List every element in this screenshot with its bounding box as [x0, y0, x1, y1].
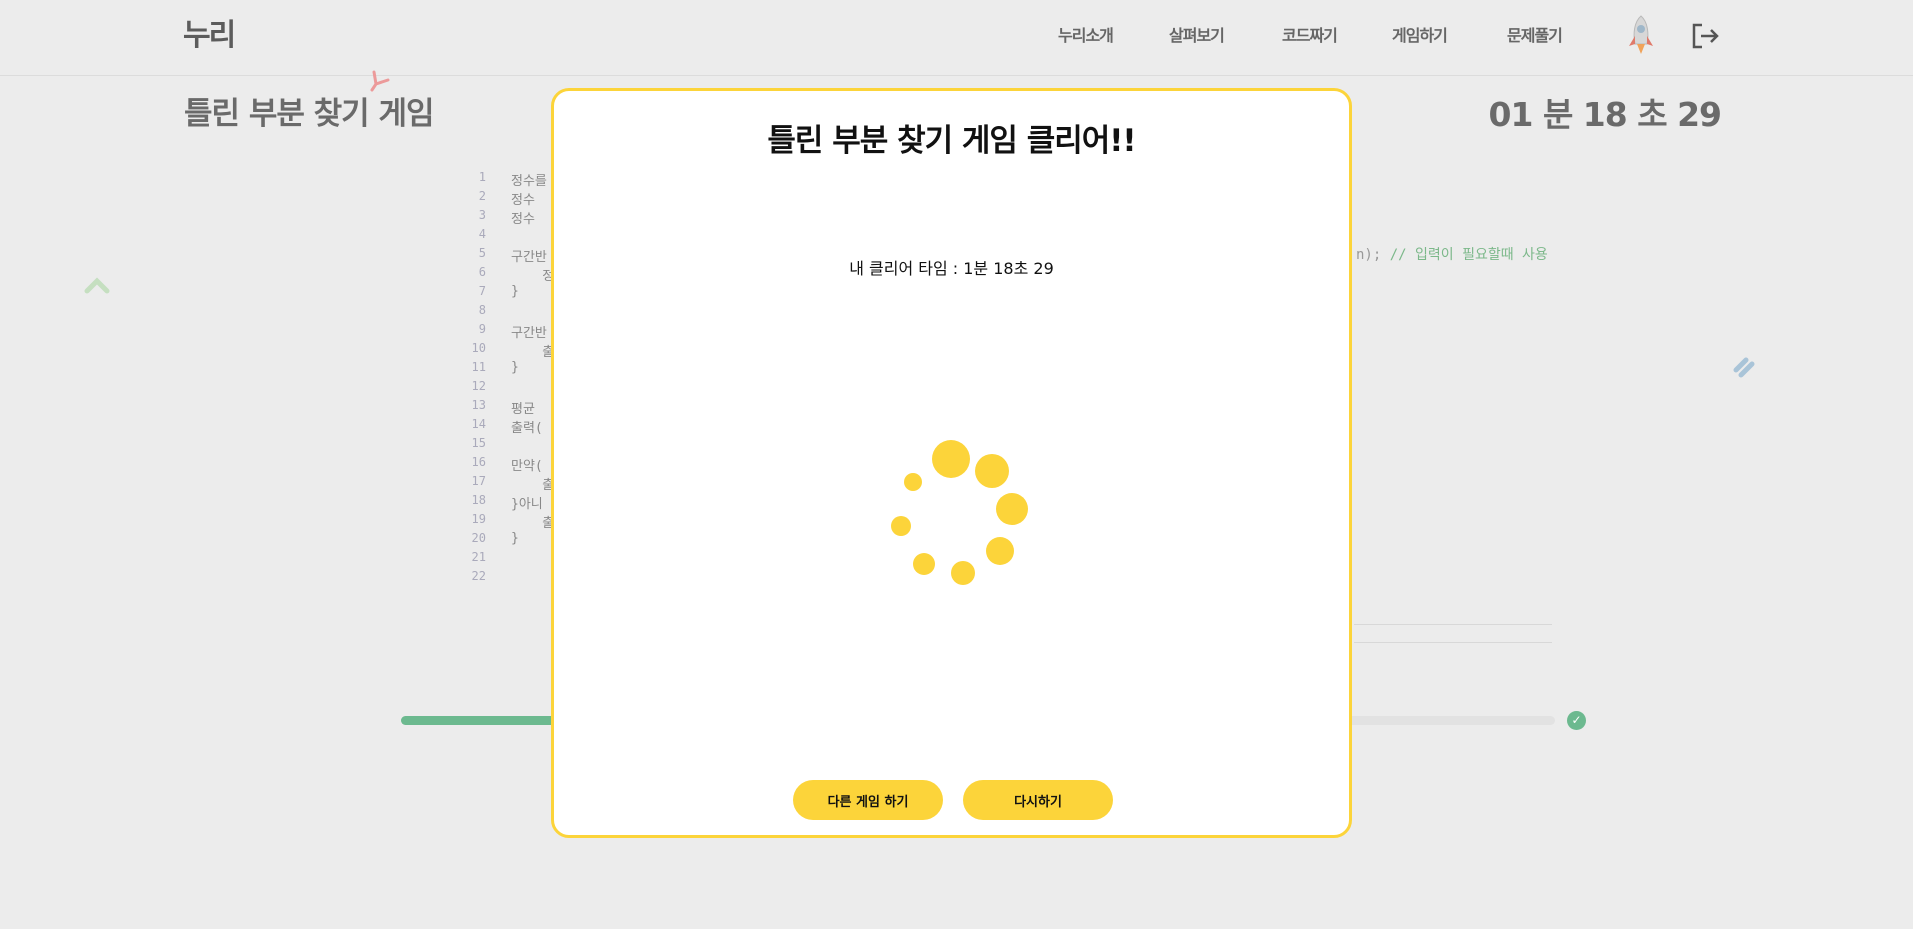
- line-number: 10: [471, 341, 486, 355]
- code-text: 만약(: [511, 459, 543, 474]
- code-text: 정수: [511, 193, 543, 208]
- code-text: 정수를: [511, 174, 547, 189]
- code-text: 구간반: [511, 326, 547, 341]
- code-text: 출: [511, 478, 555, 493]
- nav-item-explore[interactable]: 살펴보기: [1169, 22, 1225, 46]
- line-number: 22: [471, 569, 486, 583]
- line-number: 13: [471, 398, 486, 412]
- line-number: 7: [478, 284, 486, 298]
- code-comment: // 입력이 필요할때 사용: [1389, 247, 1548, 263]
- code-fragment: n);: [1356, 247, 1390, 263]
- code-text: 출: [511, 345, 555, 360]
- line-number: 5: [478, 246, 486, 260]
- code-text: 평균: [511, 402, 543, 417]
- decorative-blue-shape-icon: [1733, 357, 1755, 378]
- game-timer: 01 분 18 초 29: [1488, 95, 1722, 134]
- line-number: 15: [471, 436, 486, 450]
- line-number: 14: [471, 417, 486, 431]
- decorative-chevron-icon: [84, 277, 110, 294]
- line-number: 6: [478, 265, 486, 279]
- code-text: 출력(: [511, 421, 543, 436]
- rocket-icon[interactable]: [1626, 14, 1656, 56]
- line-number: 12: [471, 379, 486, 393]
- nav-item-game[interactable]: 게임하기: [1392, 22, 1448, 46]
- divider: [1354, 624, 1552, 625]
- logout-icon[interactable]: [1690, 22, 1720, 50]
- code-text: 출: [511, 516, 555, 531]
- clear-modal: 틀린 부분 찾기 게임 클리어!! 내 클리어 타임 : 1분 18초 29 다…: [551, 88, 1352, 838]
- line-number: 18: [471, 493, 486, 507]
- code-text: 정: [511, 269, 555, 284]
- line-number: 9: [478, 322, 486, 336]
- header: 누리 누리소개 살펴보기 코드짜기 게임하기 문제풀기: [0, 0, 1913, 76]
- line-number: 19: [471, 512, 486, 526]
- line-number: 16: [471, 455, 486, 469]
- nav-item-about[interactable]: 누리소개: [1058, 22, 1114, 46]
- line-number: 1: [478, 170, 486, 184]
- code-text: }: [511, 360, 519, 375]
- page-title: 틀린 부분 찾기 게임: [184, 96, 435, 132]
- other-game-button[interactable]: 다른 게임 하기: [793, 780, 943, 820]
- divider: [1354, 642, 1552, 643]
- nav-item-quiz[interactable]: 문제풀기: [1507, 22, 1563, 46]
- code-text: }: [511, 531, 519, 546]
- nav-item-code[interactable]: 코드짜기: [1282, 22, 1338, 46]
- line-number: 4: [478, 227, 486, 241]
- retry-button[interactable]: 다시하기: [963, 780, 1113, 820]
- line-number: 20: [471, 531, 486, 545]
- code-text: 정수: [511, 212, 543, 227]
- loading-spinner-icon: [891, 440, 1028, 585]
- code-text: 구간반: [511, 250, 547, 265]
- line-number: 8: [478, 303, 486, 317]
- clear-time: 내 클리어 타임 : 1분 18초 29: [849, 259, 1054, 278]
- line-number: 11: [471, 360, 486, 374]
- logo[interactable]: 누리: [183, 10, 236, 54]
- modal-title: 틀린 부분 찾기 게임 클리어!!: [767, 123, 1136, 159]
- line-number: 17: [471, 474, 486, 488]
- code-text: }: [511, 284, 519, 299]
- code-line-fragment: n); // 입력이 필요할때 사용: [1356, 244, 1548, 264]
- code-text: }아니: [511, 497, 543, 512]
- line-number: 21: [471, 550, 486, 564]
- line-number: 3: [478, 208, 486, 222]
- line-number: 2: [478, 189, 486, 203]
- check-icon: ✓: [1567, 711, 1586, 730]
